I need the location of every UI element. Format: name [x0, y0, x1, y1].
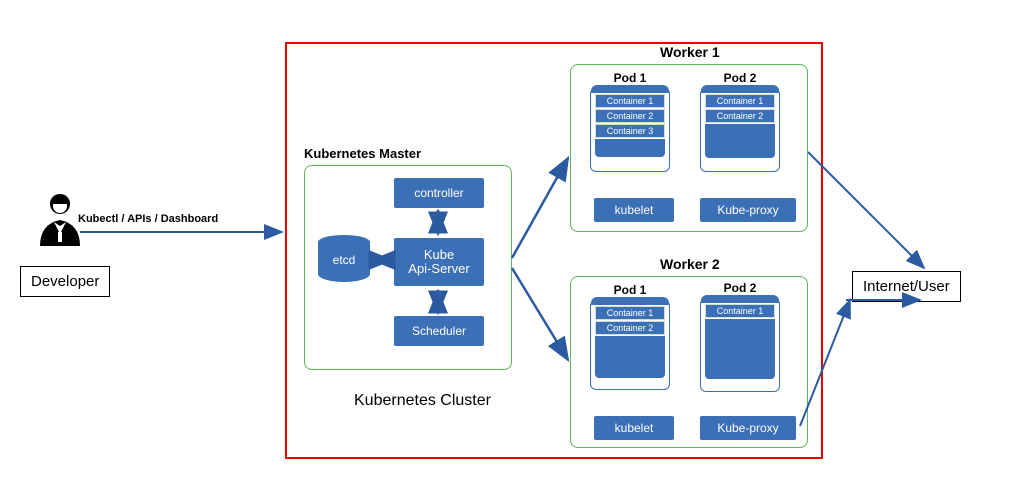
- w1-kubeproxy: Kube-proxy: [700, 198, 796, 222]
- api-server-box: Kube Api-Server: [394, 238, 484, 286]
- w1-pod1-c3: Container 3: [595, 124, 665, 138]
- w1-pod1-c1: Container 1: [595, 94, 665, 108]
- etcd-cylinder: etcd: [318, 235, 370, 283]
- w1-pod1: Pod 1 Container 1 Container 2 Container …: [590, 88, 670, 172]
- api-server-line1: Kube: [424, 248, 454, 262]
- w1-kubelet: kubelet: [594, 198, 674, 222]
- cluster-label: Kubernetes Cluster: [354, 392, 491, 410]
- api-server-line2: Api-Server: [408, 262, 469, 276]
- w1-pod2: Pod 2 Container 1 Container 2: [700, 88, 780, 172]
- w2-pod2-title: Pod 2: [701, 281, 779, 295]
- w1-pod2-c1: Container 1: [705, 94, 775, 108]
- kubectl-api-label: Kubectl / APIs / Dashboard: [78, 213, 218, 225]
- w2-pod1-c2: Container 2: [595, 321, 665, 335]
- w2-pod2-c1: Container 1: [705, 304, 775, 318]
- w2-kubeproxy: Kube-proxy: [700, 416, 796, 440]
- worker1-title: Worker 1: [660, 44, 720, 60]
- controller-box: controller: [394, 178, 484, 208]
- internet-user-label: Internet/User: [852, 271, 961, 302]
- master-title: Kubernetes Master: [304, 146, 421, 161]
- w2-pod2: Pod 2 Container 1: [700, 298, 780, 392]
- worker2-title: Worker 2: [660, 256, 720, 272]
- w1-pod2-title: Pod 2: [701, 71, 779, 85]
- w2-pod1-c1: Container 1: [595, 306, 665, 320]
- w1-pod1-c2: Container 2: [595, 109, 665, 123]
- w2-pod1-title: Pod 1: [591, 283, 669, 297]
- developer-label: Developer: [20, 266, 110, 297]
- etcd-label: etcd: [318, 253, 370, 267]
- w2-pod1: Pod 1 Container 1 Container 2: [590, 300, 670, 390]
- w1-pod1-title: Pod 1: [591, 71, 669, 85]
- w1-pod2-c2: Container 2: [705, 109, 775, 123]
- scheduler-box: Scheduler: [394, 316, 484, 346]
- w2-kubelet: kubelet: [594, 416, 674, 440]
